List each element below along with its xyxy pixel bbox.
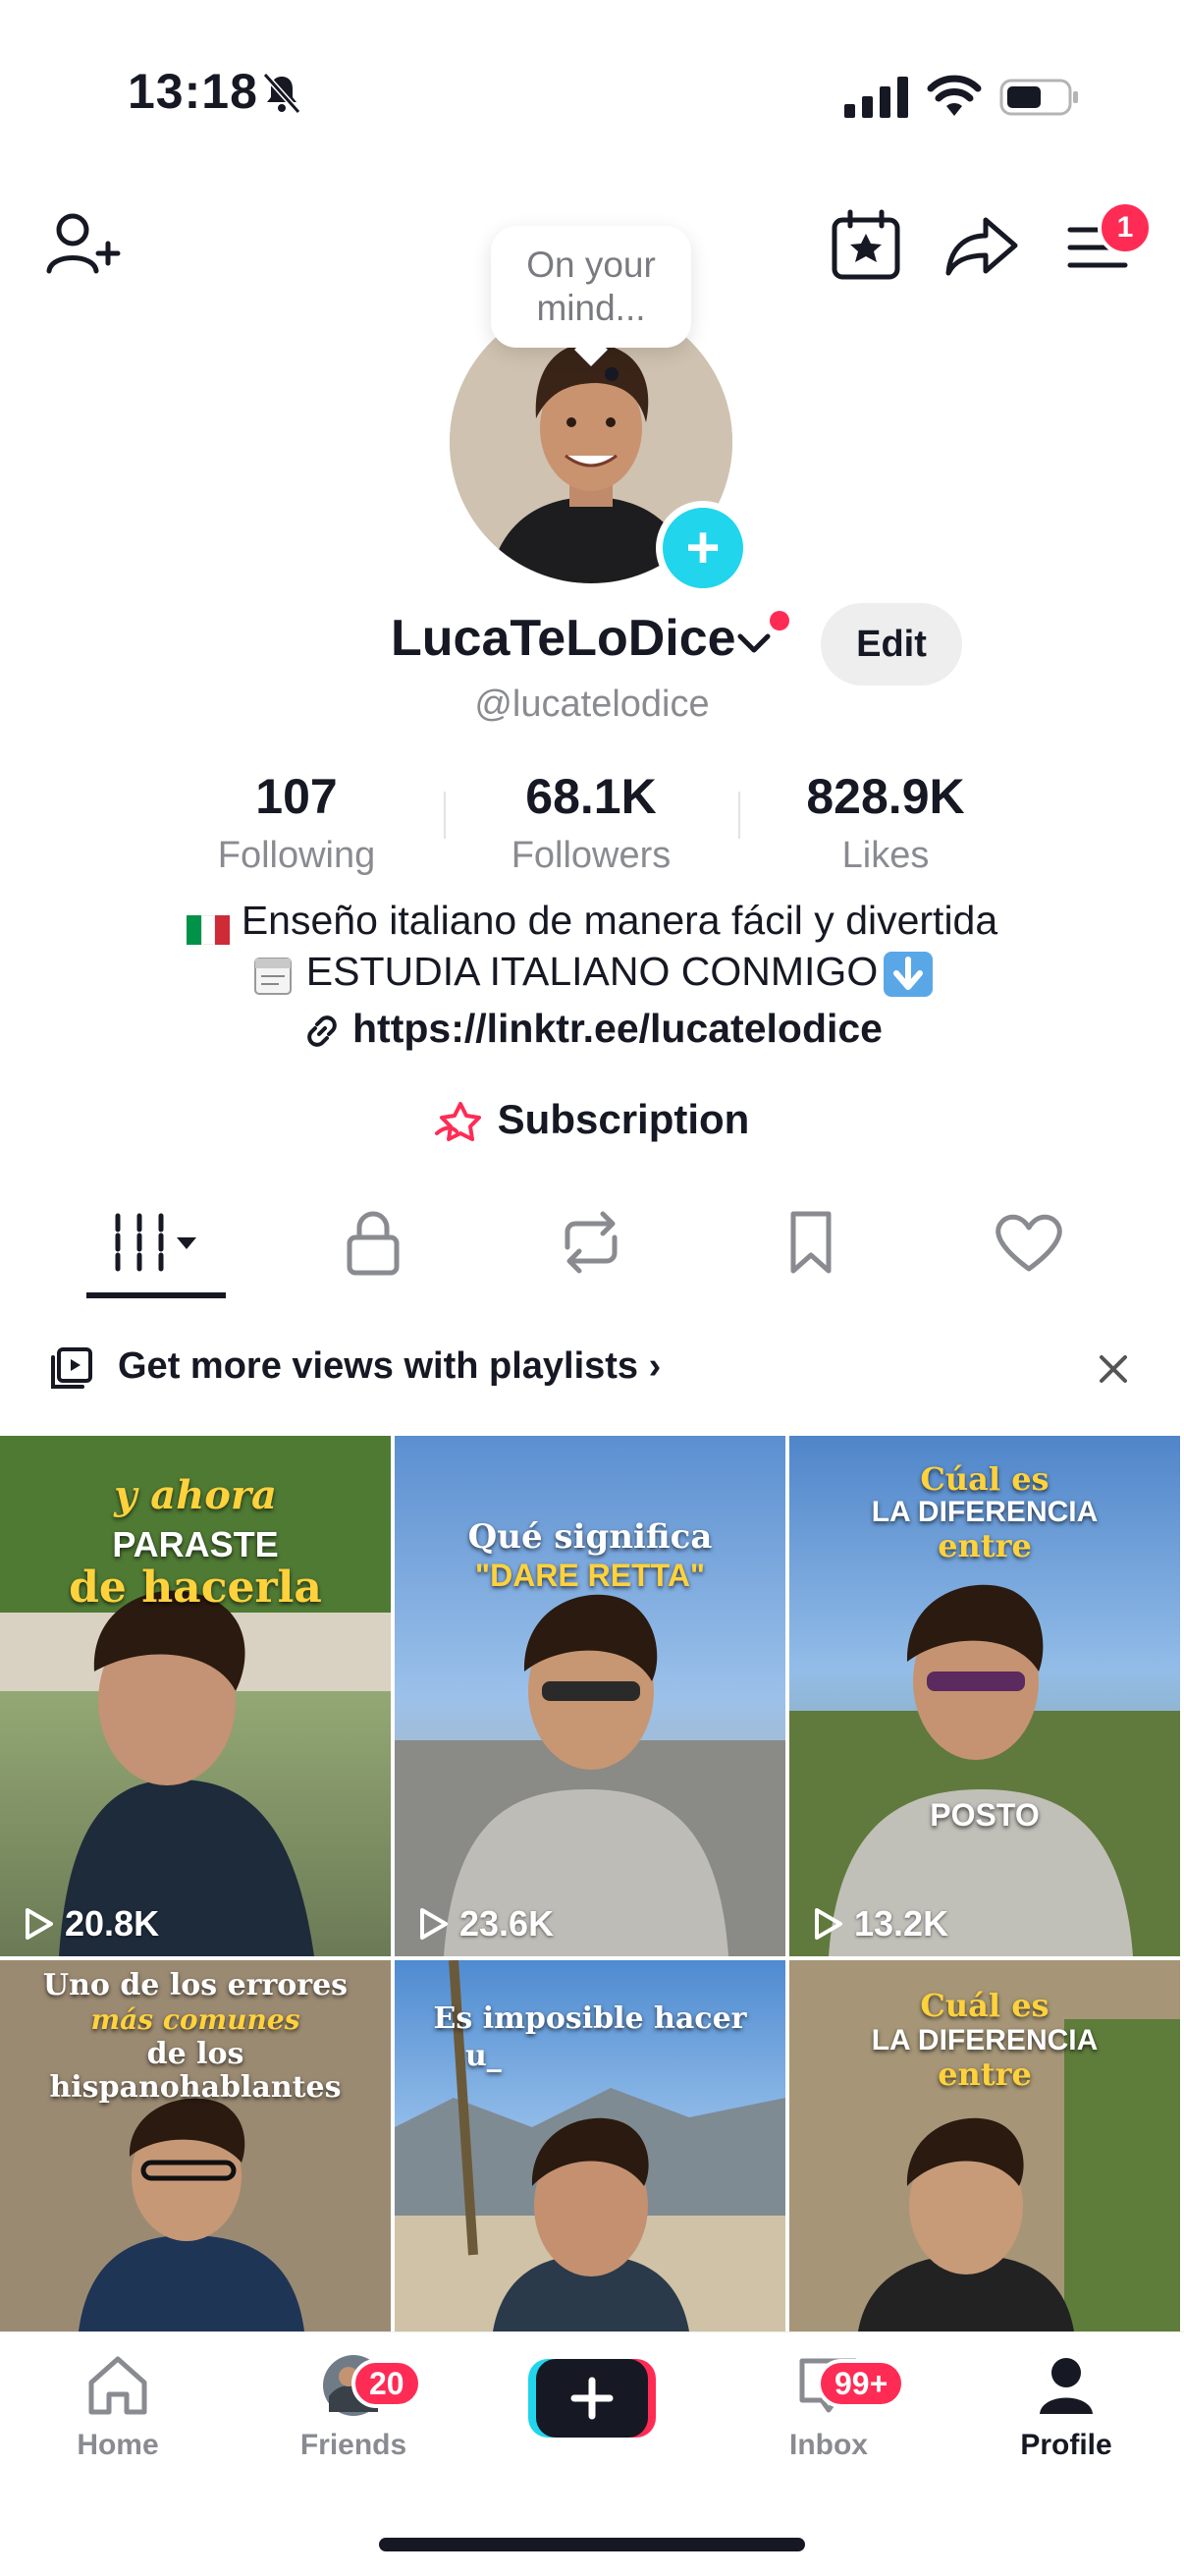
tab-saved-bookmark-icon[interactable] [772, 1208, 850, 1277]
play-icon [815, 1908, 842, 1940]
view-count-value: 13.2K [854, 1903, 949, 1944]
video-thumbnail[interactable]: Cuál es LA DIFERENCIA entre [789, 1960, 1180, 2331]
add-friend-icon[interactable] [43, 206, 122, 285]
video-caption: entre [938, 2055, 1032, 2093]
chevron-down-icon[interactable] [734, 629, 774, 658]
video-thumbnail[interactable]: Uno de los errores más comunes de los hi… [0, 1960, 391, 2331]
stat-followers-label: Followers [511, 835, 672, 876]
video-caption: entre [938, 1527, 1032, 1564]
video-thumbnail[interactable]: Cúal es LA DIFERENCIA entre POSTO 13.2K [789, 1436, 1180, 1956]
video-caption: u_ [465, 2039, 502, 2073]
cellular-signal-icon [844, 77, 908, 118]
subscription-star-icon [434, 1101, 481, 1141]
playlist-icon [51, 1347, 92, 1389]
view-count-value: 23.6K [459, 1903, 555, 1944]
view-count: 20.8K [18, 1903, 159, 1945]
video-caption: LA DIFERENCIA [871, 1496, 1099, 1528]
playlist-banner-label: Get more views with playlists [118, 1345, 639, 1387]
menu-notification-badge: 1 [1098, 200, 1153, 255]
thought-bubble-dot [605, 367, 619, 381]
stat-followers-value: 68.1K [525, 769, 657, 824]
video-caption: Uno de los errores [42, 1968, 349, 2002]
stat-followers[interactable]: 68.1K Followers [444, 768, 738, 877]
nav-home[interactable]: Home [39, 2353, 196, 2462]
video-caption: más comunes [90, 2003, 300, 2036]
bio-line1-text: Enseño italiano de manera fácil y divert… [241, 898, 998, 943]
bio-line1: Enseño italiano de manera fácil y divert… [0, 898, 1184, 946]
video-caption: LA DIFERENCIA [871, 2024, 1099, 2056]
subscription-label: Subscription [497, 1096, 750, 1142]
view-count-value: 20.8K [65, 1903, 160, 1944]
video-thumbnail[interactable]: y ahora PARASTE de hacerla 20.8K [0, 1436, 391, 1956]
stat-following[interactable]: 107 Following [149, 768, 444, 877]
close-icon[interactable] [1094, 1349, 1133, 1389]
calendar-star-icon[interactable] [827, 206, 905, 285]
stat-likes-label: Likes [841, 835, 930, 876]
play-icon [420, 1908, 448, 1940]
bell-muted-icon [262, 72, 301, 115]
bio-line2-text: ESTUDIA ITALIANO CONMIGO [305, 949, 879, 994]
thought-bubble-line1: On your [526, 245, 656, 285]
share-icon[interactable] [942, 206, 1021, 285]
video-caption: hispanohablantes [49, 2070, 342, 2105]
friends-badge: 20 [351, 2359, 422, 2408]
play-icon [26, 1908, 53, 1940]
video-caption: POSTO [930, 1797, 1040, 1833]
stat-following-value: 107 [255, 769, 338, 824]
home-icon [88, 2356, 147, 2415]
video-thumbnail[interactable]: Es imposible hacer u_ [395, 1960, 785, 2331]
wifi-icon [927, 75, 982, 116]
down-arrow-icon [884, 952, 934, 998]
stat-likes[interactable]: 828.9K Likes [738, 768, 1033, 877]
stat-likes-value: 828.9K [806, 769, 965, 824]
video-caption: y ahora [114, 1472, 277, 1518]
playlist-banner-text[interactable]: Get more views with playlists › [118, 1345, 661, 1388]
display-name[interactable]: LucaTeLoDice [391, 609, 736, 668]
inbox-badge: 99+ [817, 2359, 906, 2408]
nav-profile[interactable]: Profile [988, 2353, 1145, 2462]
username-handle: @lucatelodice [474, 684, 710, 725]
account-notification-dot [770, 611, 789, 630]
video-caption: Qué significa [467, 1517, 713, 1557]
tab-private-lock-icon[interactable] [334, 1208, 412, 1277]
bio-link-text: https://linktr.ee/lucatelodice [352, 1006, 883, 1051]
battery-icon [999, 79, 1078, 116]
video-caption: Es imposible hacer [433, 2001, 747, 2036]
italy-flag-icon [186, 908, 230, 946]
bio-line2: ESTUDIA ITALIANO CONMIGO [0, 949, 1184, 999]
video-caption: Cúal es [920, 1460, 1049, 1498]
nav-home-label: Home [77, 2429, 159, 2461]
view-count: 23.6K [412, 1903, 554, 1945]
subscription-link[interactable]: Subscription [0, 1096, 1184, 1145]
video-thumbnail[interactable]: Qué significa "DARE RETTA" 23.6K [395, 1436, 785, 1956]
tab-reposts-icon[interactable] [552, 1208, 630, 1277]
nav-friends-label: Friends [299, 2429, 407, 2461]
profile-icon [1040, 2358, 1093, 2414]
link-icon [307, 1015, 337, 1047]
create-post-button[interactable] [528, 2357, 656, 2441]
video-caption: "DARE RETTA" [474, 1558, 706, 1593]
video-caption: de hacerla [69, 1562, 322, 1613]
profile-tabs [0, 1178, 1184, 1300]
bio-link[interactable]: https://linktr.ee/lucatelodice [0, 1006, 1184, 1052]
stat-following-label: Following [217, 835, 376, 876]
edit-profile-button[interactable]: Edit [821, 603, 962, 685]
thought-bubble-line2: mind... [536, 288, 646, 328]
status-time: 13:18 [128, 64, 258, 119]
chevron-right-icon: › [648, 1345, 662, 1387]
video-caption: Cuál es [920, 1987, 1049, 2024]
tab-liked-heart-icon[interactable] [990, 1208, 1068, 1277]
add-story-button[interactable]: + [656, 501, 750, 595]
video-caption: PARASTE [112, 1524, 279, 1564]
tab-videos-grid-icon[interactable] [108, 1208, 206, 1277]
home-indicator [379, 2538, 805, 2551]
video-caption: de los [146, 2037, 244, 2071]
view-count: 13.2K [807, 1903, 948, 1945]
thought-bubble[interactable]: On your mind... [491, 226, 691, 348]
nav-inbox-label: Inbox [789, 2429, 868, 2461]
nav-profile-label: Profile [1020, 2429, 1112, 2461]
video-thumbnail-image [395, 1594, 785, 1956]
calendar-notepad-icon [253, 958, 292, 996]
